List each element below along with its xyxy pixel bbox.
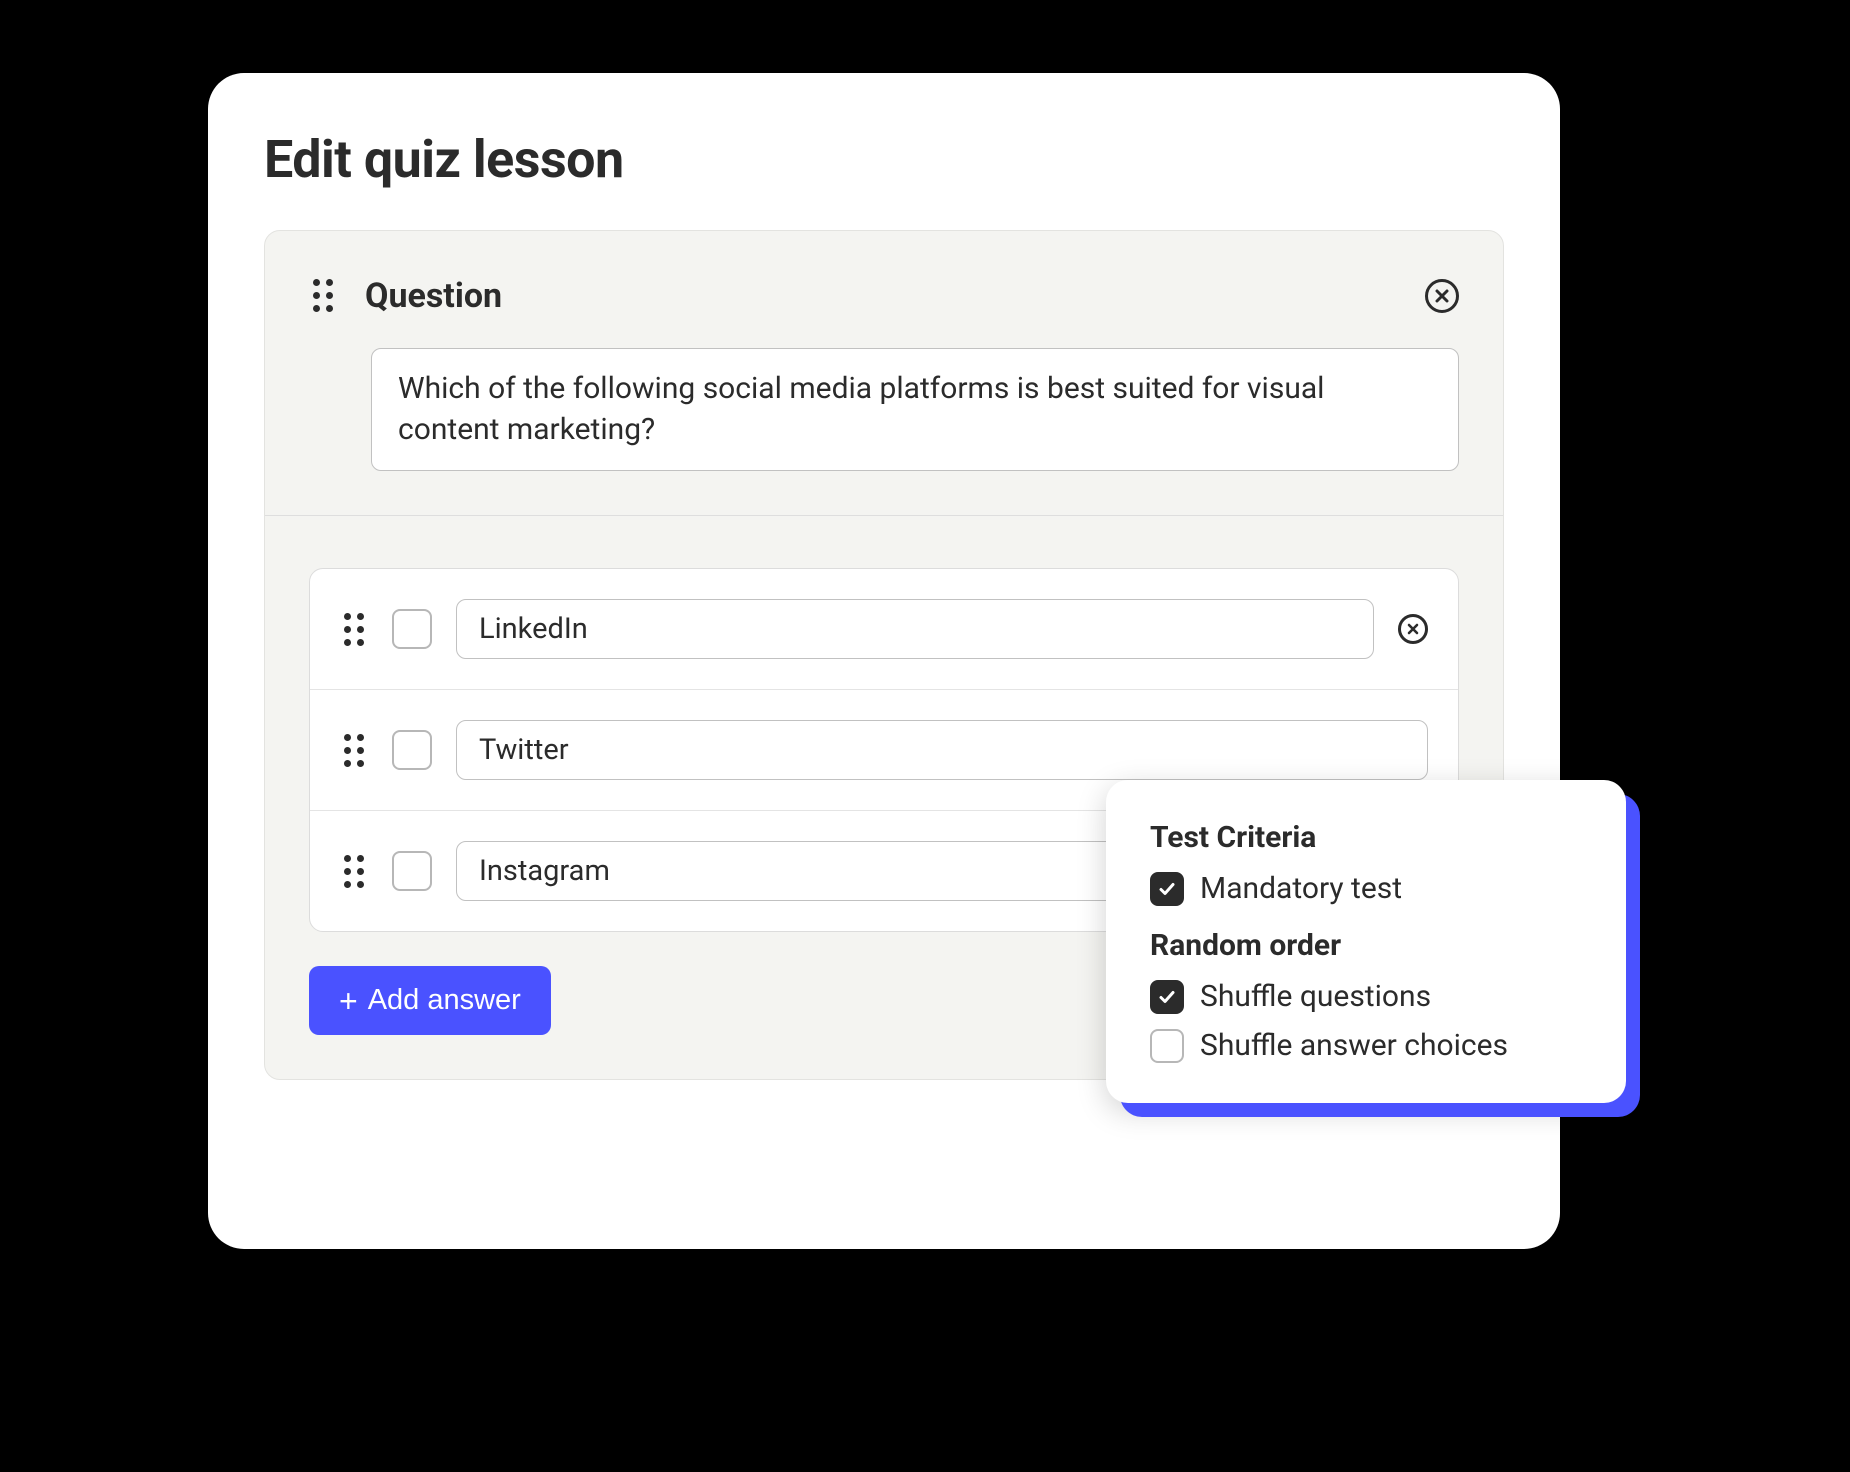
answer-correct-checkbox[interactable] <box>392 851 432 891</box>
question-label: Question <box>365 276 502 316</box>
page-title: Edit quiz lesson <box>264 129 1560 190</box>
drag-handle-icon[interactable] <box>309 275 337 316</box>
mandatory-test-label: Mandatory test <box>1200 871 1402 906</box>
check-icon <box>1158 988 1176 1006</box>
add-answer-label: Add answer <box>368 984 521 1017</box>
criteria-row-shuffle-answers: Shuffle answer choices <box>1150 1028 1582 1063</box>
answer-correct-checkbox[interactable] <box>392 609 432 649</box>
test-criteria-popover: Test Criteria Mandatory test Random orde… <box>1106 780 1626 1103</box>
check-icon <box>1158 880 1176 898</box>
drag-handle-icon[interactable] <box>340 851 368 892</box>
criteria-section-title: Test Criteria <box>1150 820 1582 855</box>
drag-handle-icon[interactable] <box>340 730 368 771</box>
close-icon <box>1407 623 1419 635</box>
drag-handle-icon[interactable] <box>340 609 368 650</box>
shuffle-answers-label: Shuffle answer choices <box>1200 1028 1508 1063</box>
shuffle-answers-checkbox[interactable] <box>1150 1029 1184 1063</box>
plus-icon: + <box>339 985 358 1017</box>
close-question-button[interactable] <box>1425 279 1459 313</box>
close-icon <box>1435 289 1449 303</box>
question-header: Question <box>265 231 1503 516</box>
answer-row <box>310 569 1458 690</box>
mandatory-test-checkbox[interactable] <box>1150 872 1184 906</box>
criteria-row-mandatory: Mandatory test <box>1150 871 1582 906</box>
answer-text-input[interactable] <box>456 599 1374 659</box>
question-header-row: Question <box>309 275 1459 316</box>
remove-answer-button[interactable] <box>1398 614 1428 644</box>
shuffle-questions-label: Shuffle questions <box>1200 979 1431 1014</box>
question-text-input[interactable] <box>371 348 1459 471</box>
shuffle-questions-checkbox[interactable] <box>1150 980 1184 1014</box>
answer-text-input[interactable] <box>456 720 1428 780</box>
criteria-row-shuffle-questions: Shuffle questions <box>1150 979 1582 1014</box>
answer-correct-checkbox[interactable] <box>392 730 432 770</box>
criteria-section-title: Random order <box>1150 928 1582 963</box>
add-answer-button[interactable]: + Add answer <box>309 966 551 1035</box>
